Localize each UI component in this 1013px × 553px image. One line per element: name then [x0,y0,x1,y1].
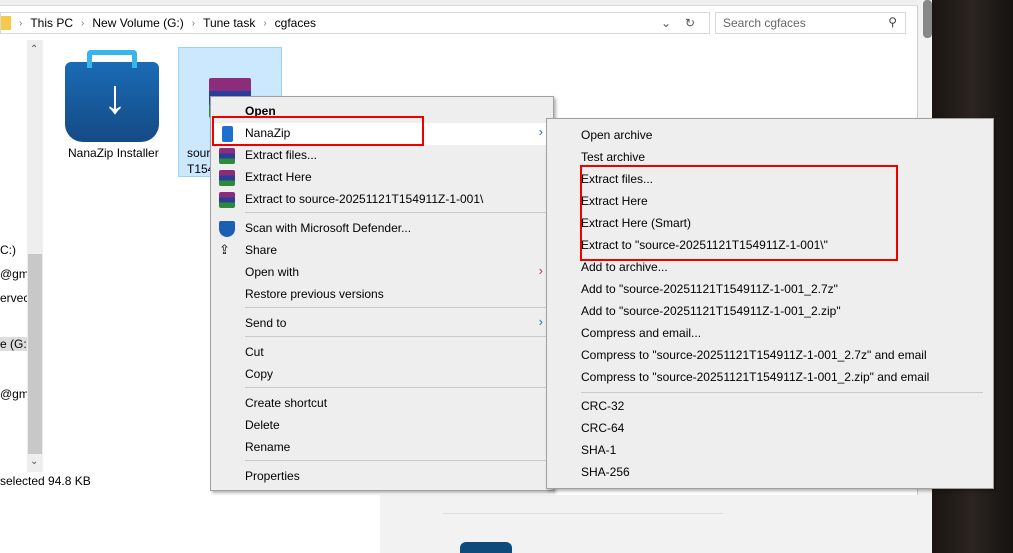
menu-item-scan-defender[interactable]: Scan with Microsoft Defender... [245,221,411,235]
menu-separator [245,387,549,388]
annotation-highlight-box [212,116,424,146]
menu-separator [245,212,549,213]
menu-item-extract-to[interactable]: Extract to source-20251121T154911Z-1-001… [245,192,483,206]
address-bar[interactable]: › This PC › New Volume (G:) › Tune task … [0,12,710,34]
submenu-item-compress-email[interactable]: Compress and email... [581,326,701,340]
nav-item[interactable]: @gma [0,267,28,281]
menu-item-delete[interactable]: Delete [245,418,280,432]
menu-separator [245,336,549,337]
menu-item-open-with[interactable]: Open with [245,265,299,279]
nav-scrollbar-thumb[interactable] [28,254,42,454]
search-input[interactable]: Search cgfaces ⚲ [715,12,906,34]
submenu-item-crc32[interactable]: CRC-32 [581,399,624,413]
breadcrumb-this-pc[interactable]: This PC [30,16,73,30]
chevron-right-icon: › [538,124,543,139]
search-placeholder: Search cgfaces [723,16,806,30]
scroll-down-icon[interactable]: ⌄ [30,456,38,467]
nanazip-installer-icon: ↓ [65,50,159,142]
chevron-right-icon: › [81,17,85,29]
chevron-right-icon: › [263,17,267,29]
submenu-item-add-7z[interactable]: Add to "source-20251121T154911Z-1-001_2.… [581,282,838,296]
menu-separator [245,460,549,461]
breadcrumb-tune-task[interactable]: Tune task [203,16,255,30]
submenu-item-sha1[interactable]: SHA-1 [581,443,616,457]
refresh-icon[interactable]: ↻ [685,16,695,30]
file-item-nanazip-installer[interactable]: ↓ NanaZip Installer [62,48,166,164]
breadcrumb-cgfaces[interactable]: cgfaces [275,16,316,30]
nav-item[interactable]: @gma [0,387,28,401]
file-name: sour [187,146,211,160]
nav-item[interactable]: ervec [0,291,28,305]
file-name: NanaZip Installer [68,146,159,160]
divider [443,513,723,514]
background-window [0,495,380,553]
submenu-item-add-zip[interactable]: Add to "source-20251121T154911Z-1-001_2.… [581,304,841,318]
chevron-right-icon: › [191,17,196,29]
winrar-icon [219,148,235,164]
chevron-right-icon: › [19,17,23,29]
chevron-right-icon: › [538,263,543,278]
submenu-item-open-archive[interactable]: Open archive [581,128,652,142]
window-scrollbar[interactable] [923,0,932,38]
defender-shield-icon [219,221,235,237]
folder-icon [1,16,11,30]
ribbon-strip [0,0,918,6]
scroll-up-icon[interactable]: ⌃ [30,44,38,55]
menu-item-restore-versions[interactable]: Restore previous versions [245,287,384,301]
submenu-item-crc64[interactable]: CRC-64 [581,421,624,435]
dropdown-icon[interactable]: ⌄ [661,16,671,30]
nav-item[interactable]: C:) [0,243,16,257]
menu-item-properties[interactable]: Properties [245,469,300,483]
menu-item-cut[interactable]: Cut [245,345,264,359]
submenu-item-compress-7z-email[interactable]: Compress to "source-20251121T154911Z-1-0… [581,348,927,362]
menu-item-rename[interactable]: Rename [245,440,290,454]
nav-item-selected[interactable]: e (G:) [0,337,28,351]
winrar-icon [219,192,235,208]
menu-item-extract-here[interactable]: Extract Here [245,170,312,184]
breadcrumb-new-volume[interactable]: New Volume (G:) [92,16,183,30]
context-menu: Open NanaZip › Extract files... Extract … [210,96,554,491]
submenu-item-compress-zip-email[interactable]: Compress to "source-20251121T154911Z-1-0… [581,370,929,384]
search-icon: ⚲ [888,15,897,29]
menu-item-extract-files[interactable]: Extract files... [245,148,317,162]
menu-item-create-shortcut[interactable]: Create shortcut [245,396,327,410]
submenu-item-add-to-archive[interactable]: Add to archive... [581,260,668,274]
submenu-item-test-archive[interactable]: Test archive [581,150,645,164]
menu-item-send-to[interactable]: Send to [245,316,286,330]
annotation-highlight-box [580,165,898,261]
menu-separator [245,307,549,308]
menu-item-copy[interactable]: Copy [245,367,273,381]
winrar-icon [219,170,235,186]
menu-item-share[interactable]: Share [245,243,277,257]
menu-separator [581,392,983,393]
share-icon: ⇪ [219,242,230,257]
navigation-pane: C:) @gma ervec e (G:) @gma [0,40,28,470]
chevron-right-icon: › [538,314,543,329]
background-button [460,542,512,553]
submenu-item-sha256[interactable]: SHA-256 [581,465,630,479]
